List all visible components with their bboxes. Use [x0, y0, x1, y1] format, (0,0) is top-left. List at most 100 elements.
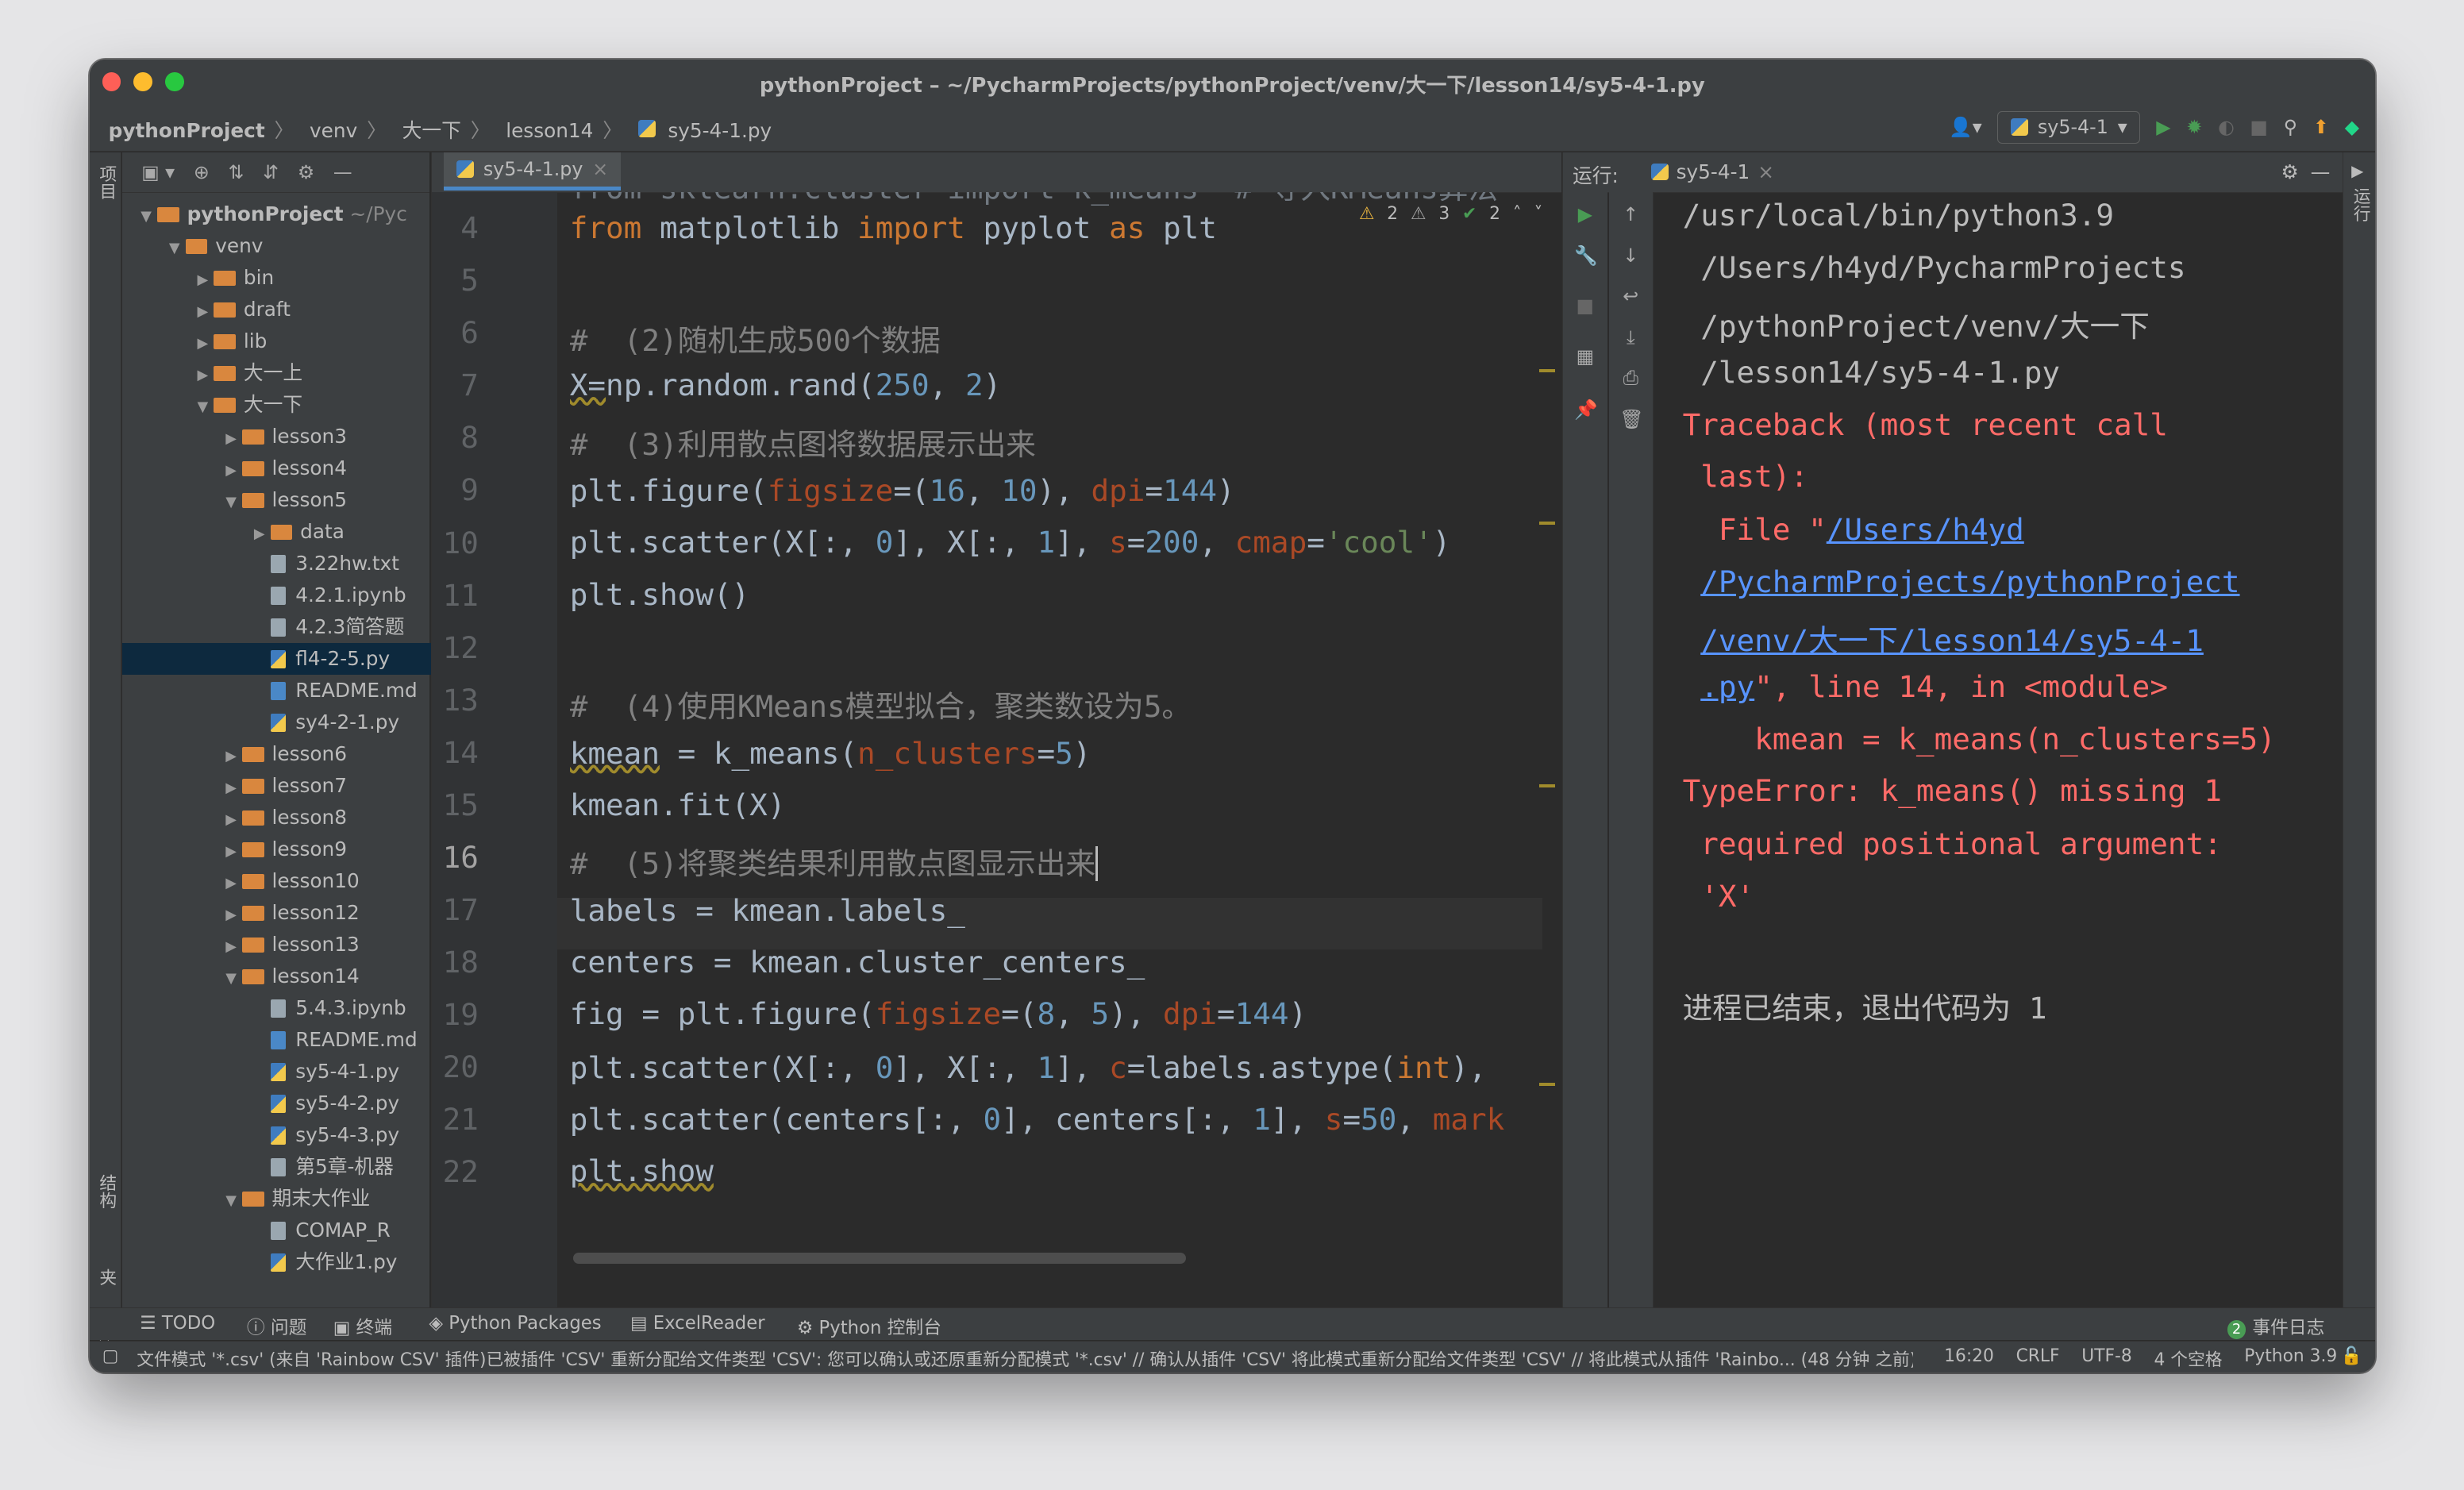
- chevron-right-icon[interactable]: ▶: [192, 264, 214, 294]
- chevron-right-icon[interactable]: ▶: [220, 899, 242, 929]
- line-number[interactable]: 19: [434, 997, 479, 1032]
- chevron-down-icon[interactable]: ▼: [220, 487, 242, 516]
- chevron-right-icon[interactable]: ▶: [220, 455, 242, 484]
- chevron-down-icon[interactable]: ▼: [220, 1185, 242, 1215]
- file-link[interactable]: .py: [1700, 669, 1754, 704]
- line-number[interactable]: 13: [434, 683, 479, 718]
- arrow-up-icon[interactable]: ↑: [1619, 204, 1642, 226]
- status-message[interactable]: 文件模式 '*.csv' (来自 'Rainbow CSV' 插件)已被插件 '…: [137, 1346, 1912, 1371]
- chevron-right-icon[interactable]: ▶: [220, 836, 242, 865]
- wrench-icon[interactable]: 🔧: [1574, 244, 1598, 268]
- line-number[interactable]: 16: [434, 840, 479, 875]
- chevron-right-icon[interactable]: ▶: [220, 931, 242, 961]
- run-icon[interactable]: ▶: [2156, 116, 2170, 138]
- line-number[interactable]: 11: [434, 578, 479, 613]
- locate-icon[interactable]: ⊕: [194, 161, 210, 183]
- chevron-right-icon[interactable]: ▶: [192, 296, 214, 325]
- search-icon[interactable]: ⚲: [2284, 116, 2297, 138]
- run-config-select[interactable]: sy5-4-1 ▾: [1997, 110, 2141, 144]
- file-link[interactable]: /Users/h4yd: [1827, 512, 2024, 547]
- run-tab[interactable]: sy5-4-1 ×: [1650, 160, 1774, 183]
- tree-folder[interactable]: ▼ pythonProject ~/Pyc: [122, 198, 441, 230]
- interpreter[interactable]: Python 3.9: [2244, 1346, 2337, 1371]
- arrow-down-icon[interactable]: ↓: [1619, 244, 1642, 268]
- chevron-right-icon[interactable]: ▶: [220, 423, 242, 452]
- breadcrumb-item[interactable]: pythonProject: [109, 119, 265, 142]
- soft-wrap-icon[interactable]: ↩: [1619, 285, 1642, 308]
- chevron-right-icon[interactable]: ▶: [192, 328, 214, 357]
- packages-tool-button[interactable]: ◈ Python Packages: [429, 1313, 602, 1334]
- horizontal-scrollbar[interactable]: [572, 1253, 1186, 1264]
- structure-tool-button[interactable]: 结构: [94, 1174, 119, 1209]
- gear-icon[interactable]: ⚙: [2281, 160, 2299, 183]
- console-output[interactable]: /usr/local/bin/python3.9 /Users/h4yd/Pyc…: [1683, 192, 2343, 1292]
- line-number[interactable]: 18: [434, 945, 479, 980]
- chevron-right-icon[interactable]: ▶: [192, 360, 214, 389]
- line-number[interactable]: 7: [434, 368, 479, 402]
- excel-tool-button[interactable]: ▤ ExcelReader: [630, 1313, 765, 1334]
- line-number[interactable]: 4: [434, 210, 479, 245]
- line-number[interactable]: 15: [434, 787, 479, 822]
- coverage-icon[interactable]: ◐: [2218, 116, 2235, 138]
- caret-position[interactable]: 16:20: [1944, 1346, 1994, 1371]
- collapse-all-icon[interactable]: ⇵: [263, 161, 279, 183]
- update-icon[interactable]: ⬆: [2313, 116, 2329, 138]
- problems-tool-button[interactable]: ⓘ 问题: [247, 1313, 307, 1339]
- terminal-tool-button[interactable]: ▣ 终端: [333, 1313, 392, 1339]
- line-number[interactable]: 12: [434, 630, 479, 665]
- inspection-widget[interactable]: ⚠ 2 ⚠ 3 ✔ 2 ˄ ˅: [1359, 204, 1542, 224]
- tree-folder[interactable]: ▼ venv: [122, 230, 470, 262]
- event-log-tool-button[interactable]: 2 事件日志: [2227, 1313, 2324, 1340]
- chevron-down-icon[interactable]: ▼: [164, 233, 186, 262]
- chevron-right-icon[interactable]: ▶: [220, 868, 242, 897]
- close-icon[interactable]: ×: [592, 158, 608, 180]
- editor-tab[interactable]: sy5-4-1.py ×: [444, 152, 622, 191]
- line-number[interactable]: 17: [434, 892, 479, 927]
- close-icon[interactable]: ×: [1758, 160, 1774, 183]
- debug-icon[interactable]: ✹: [2186, 116, 2202, 138]
- chevron-up-icon[interactable]: ˄: [1513, 204, 1522, 224]
- stop-icon[interactable]: ■: [1574, 295, 1596, 318]
- scroll-to-end-icon[interactable]: ⤓: [1619, 326, 1642, 349]
- chevron-down-icon[interactable]: ▼: [192, 391, 214, 421]
- hide-icon[interactable]: —: [2311, 160, 2331, 183]
- print-icon[interactable]: ⎙: [1619, 367, 1642, 390]
- gear-icon[interactable]: ⚙: [298, 161, 314, 183]
- chevron-right-icon[interactable]: ▶: [248, 518, 271, 548]
- code-area[interactable]: from sklearn.cluster import k_means # 导入…: [570, 192, 1543, 1308]
- project-tool-button[interactable]: 项目: [94, 165, 119, 200]
- trash-icon[interactable]: 🗑: [1619, 408, 1643, 431]
- pin-icon[interactable]: 📌: [1574, 398, 1598, 422]
- line-number[interactable]: 10: [434, 526, 479, 560]
- line-number[interactable]: 6: [434, 315, 479, 350]
- rerun-icon[interactable]: ▶: [1574, 204, 1596, 226]
- chevron-right-icon[interactable]: ▶: [220, 804, 242, 834]
- python-console-tool-button[interactable]: ⚙ Python 控制台: [797, 1313, 941, 1339]
- chevron-right-icon[interactable]: ▶: [220, 741, 242, 770]
- line-separator[interactable]: CRLF: [2016, 1346, 2060, 1371]
- line-number[interactable]: 20: [434, 1049, 479, 1084]
- stop-icon[interactable]: ■: [2250, 116, 2268, 138]
- lock-icon[interactable]: 🔓: [2341, 1346, 2362, 1366]
- expand-all-icon[interactable]: ⇅: [229, 161, 244, 183]
- line-number[interactable]: 14: [434, 735, 479, 770]
- todo-tool-button[interactable]: ☰ TODO: [140, 1313, 215, 1334]
- chevron-down-icon[interactable]: ˅: [1534, 204, 1542, 224]
- line-number[interactable]: 21: [434, 1102, 479, 1137]
- line-number[interactable]: 8: [434, 420, 479, 455]
- line-number[interactable]: 9: [434, 472, 479, 507]
- play-icon[interactable]: ▶: [2351, 162, 2363, 180]
- run-tool-button[interactable]: 运行: [2348, 187, 2373, 222]
- breadcrumb-item[interactable]: 大一下: [402, 119, 461, 142]
- user-icon[interactable]: 👤▾: [1949, 116, 1982, 138]
- breadcrumb-item[interactable]: sy5-4-1.py: [668, 119, 772, 142]
- indent-setting[interactable]: 4 个空格: [2154, 1346, 2222, 1371]
- chevron-down-icon[interactable]: ▼: [220, 963, 242, 992]
- hide-icon[interactable]: —: [333, 161, 352, 183]
- file-link[interactable]: /PycharmProjects/pythonProject: [1700, 564, 2239, 599]
- layout-icon[interactable]: ▦: [1574, 345, 1596, 368]
- line-number[interactable]: 5: [434, 263, 479, 298]
- chevron-down-icon[interactable]: ▼: [135, 201, 157, 230]
- jetbrains-icon[interactable]: ◆: [2345, 116, 2359, 138]
- toggle-panels-icon[interactable]: ▢: [102, 1346, 119, 1366]
